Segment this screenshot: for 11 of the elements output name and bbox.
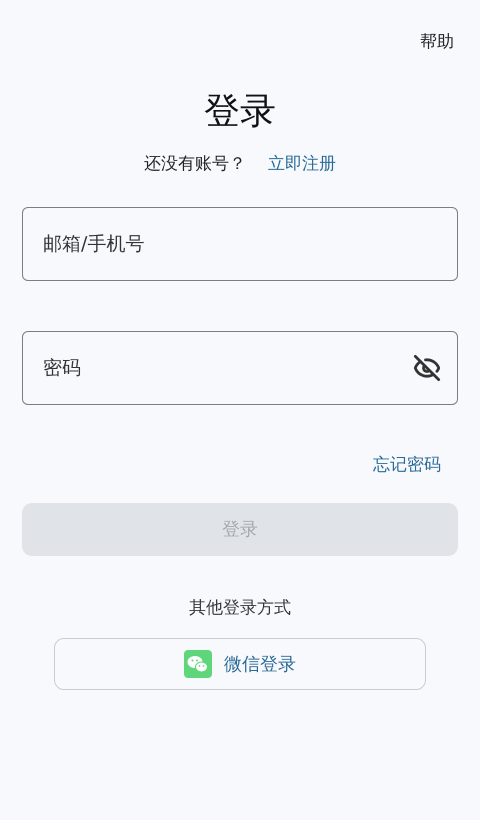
help-link[interactable]: 帮助 — [420, 30, 454, 56]
forgot-password-link[interactable]: 忘记密码 — [373, 453, 441, 478]
page-title: 登录 — [204, 90, 276, 134]
social-login-button[interactable]: 微信登录 — [54, 638, 426, 690]
signup-link[interactable]: 立即注册 — [268, 152, 336, 177]
account-field[interactable]: 邮箱/手机号 — [22, 207, 458, 281]
other-methods-heading: 其他登录方式 — [189, 596, 291, 620]
signup-prompt: 还没有账号？ — [144, 152, 246, 176]
eye-slash-icon[interactable] — [412, 353, 442, 383]
chat-bubbles-icon — [184, 650, 212, 678]
password-field[interactable]: 密码 — [22, 331, 458, 405]
